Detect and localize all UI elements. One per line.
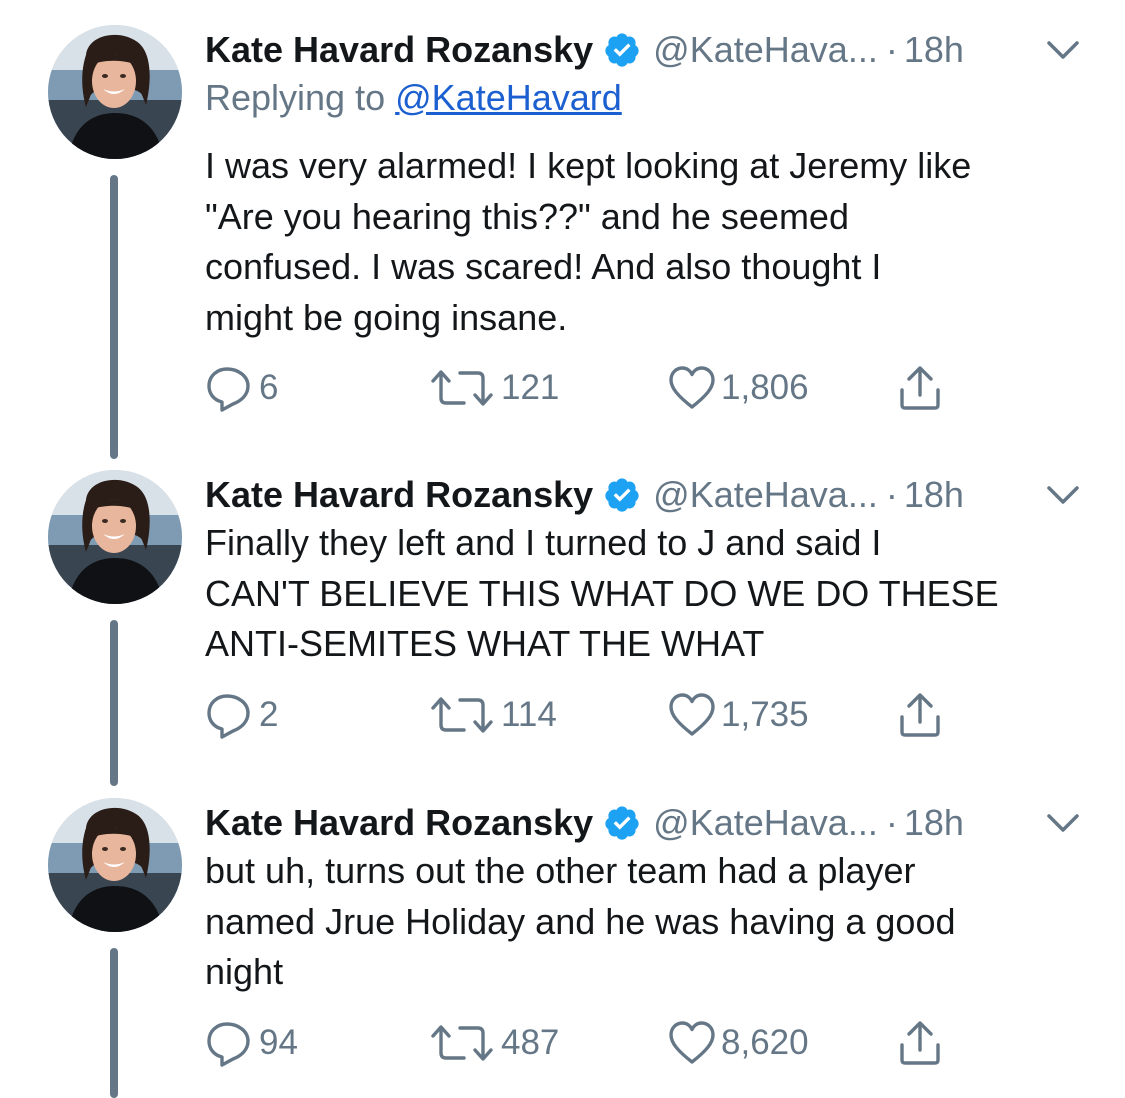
chevron-down-icon[interactable]	[1045, 37, 1081, 63]
tweet-actions: 94 487 8,620	[205, 1018, 985, 1068]
separator: ·	[885, 802, 898, 843]
reply-bubble-icon	[205, 690, 255, 740]
share-button[interactable]	[895, 690, 945, 740]
retweet-button[interactable]: 487	[427, 1018, 559, 1068]
replying-to-link[interactable]: @KateHavard	[395, 77, 622, 118]
retweet-icon	[427, 690, 497, 740]
author-name[interactable]: Kate Havard Rozansky	[205, 802, 593, 844]
reply-bubble-icon	[205, 1018, 255, 1068]
replying-to-label: Replying to	[205, 77, 396, 118]
author-name[interactable]: Kate Havard Rozansky	[205, 474, 593, 516]
retweet-count: 114	[501, 695, 557, 734]
retweet-count: 121	[501, 368, 560, 407]
retweet-button[interactable]: 114	[427, 690, 557, 740]
tweet-text: but uh, turns out the other team had a p…	[205, 850, 956, 992]
reply-button[interactable]: 94	[205, 1018, 298, 1068]
timestamp[interactable]: 18h	[904, 474, 964, 516]
verified-badge-icon	[603, 31, 641, 69]
retweet-button[interactable]: 121	[427, 363, 559, 413]
tweet-header: Kate Havard Rozansky @KateHava... · 18h	[205, 470, 964, 520]
chevron-down-icon[interactable]	[1045, 482, 1081, 508]
author-name[interactable]: Kate Havard Rozansky	[205, 29, 593, 71]
tweet[interactable]: Kate Havard Rozansky @KateHava... · 18h …	[0, 470, 1125, 790]
retweet-count: 487	[501, 1023, 560, 1062]
tweet-text: Finally they left and I turned to J and …	[205, 522, 999, 664]
tweet-header: Kate Havard Rozansky @KateHava... · 18h	[205, 25, 964, 75]
share-button[interactable]	[895, 1018, 945, 1068]
tweet-header: Kate Havard Rozansky @KateHava... · 18h	[205, 798, 964, 848]
heart-icon	[667, 363, 717, 413]
tweet[interactable]: Kate Havard Rozansky @KateHava... · 18h …	[0, 25, 1125, 465]
share-icon	[895, 1018, 945, 1068]
share-icon	[895, 363, 945, 413]
like-button[interactable]: 8,620	[667, 1018, 809, 1068]
reply-count: 6	[259, 368, 279, 407]
reply-count: 94	[259, 1023, 298, 1062]
author-handle[interactable]: @KateHava...	[653, 474, 878, 516]
verified-badge-icon	[603, 476, 641, 514]
chevron-down-icon[interactable]	[1045, 810, 1081, 836]
replying-to: Replying to @KateHavard	[205, 77, 622, 119]
tweet-actions: 2 114 1,735	[205, 690, 985, 740]
retweet-icon	[427, 1018, 497, 1068]
heart-icon	[667, 690, 717, 740]
avatar[interactable]	[48, 798, 182, 932]
heart-icon	[667, 1018, 717, 1068]
tweet-actions: 6 121 1,806	[205, 363, 985, 413]
reply-count: 2	[259, 695, 279, 734]
reply-bubble-icon	[205, 363, 255, 413]
thread-line	[110, 948, 118, 1098]
like-count: 1,806	[721, 368, 809, 407]
share-button[interactable]	[895, 363, 945, 413]
avatar[interactable]	[48, 25, 182, 159]
author-handle[interactable]: @KateHava...	[653, 802, 878, 844]
thread-line	[110, 175, 118, 459]
separator: ·	[885, 29, 898, 70]
separator: ·	[885, 474, 898, 515]
author-handle[interactable]: @KateHava...	[653, 29, 878, 71]
timestamp[interactable]: 18h	[904, 802, 964, 844]
timestamp[interactable]: 18h	[904, 29, 964, 71]
like-button[interactable]: 1,806	[667, 363, 809, 413]
avatar[interactable]	[48, 470, 182, 604]
tweet[interactable]: Kate Havard Rozansky @KateHava... · 18h …	[0, 798, 1125, 1098]
tweet-text: I was very alarmed! I kept looking at Je…	[205, 145, 972, 338]
reply-button[interactable]: 2	[205, 690, 278, 740]
like-count: 8,620	[721, 1023, 809, 1062]
share-icon	[895, 690, 945, 740]
like-count: 1,735	[721, 695, 809, 734]
retweet-icon	[427, 363, 497, 413]
thread-line	[110, 620, 118, 786]
reply-button[interactable]: 6	[205, 363, 278, 413]
verified-badge-icon	[603, 804, 641, 842]
like-button[interactable]: 1,735	[667, 690, 809, 740]
